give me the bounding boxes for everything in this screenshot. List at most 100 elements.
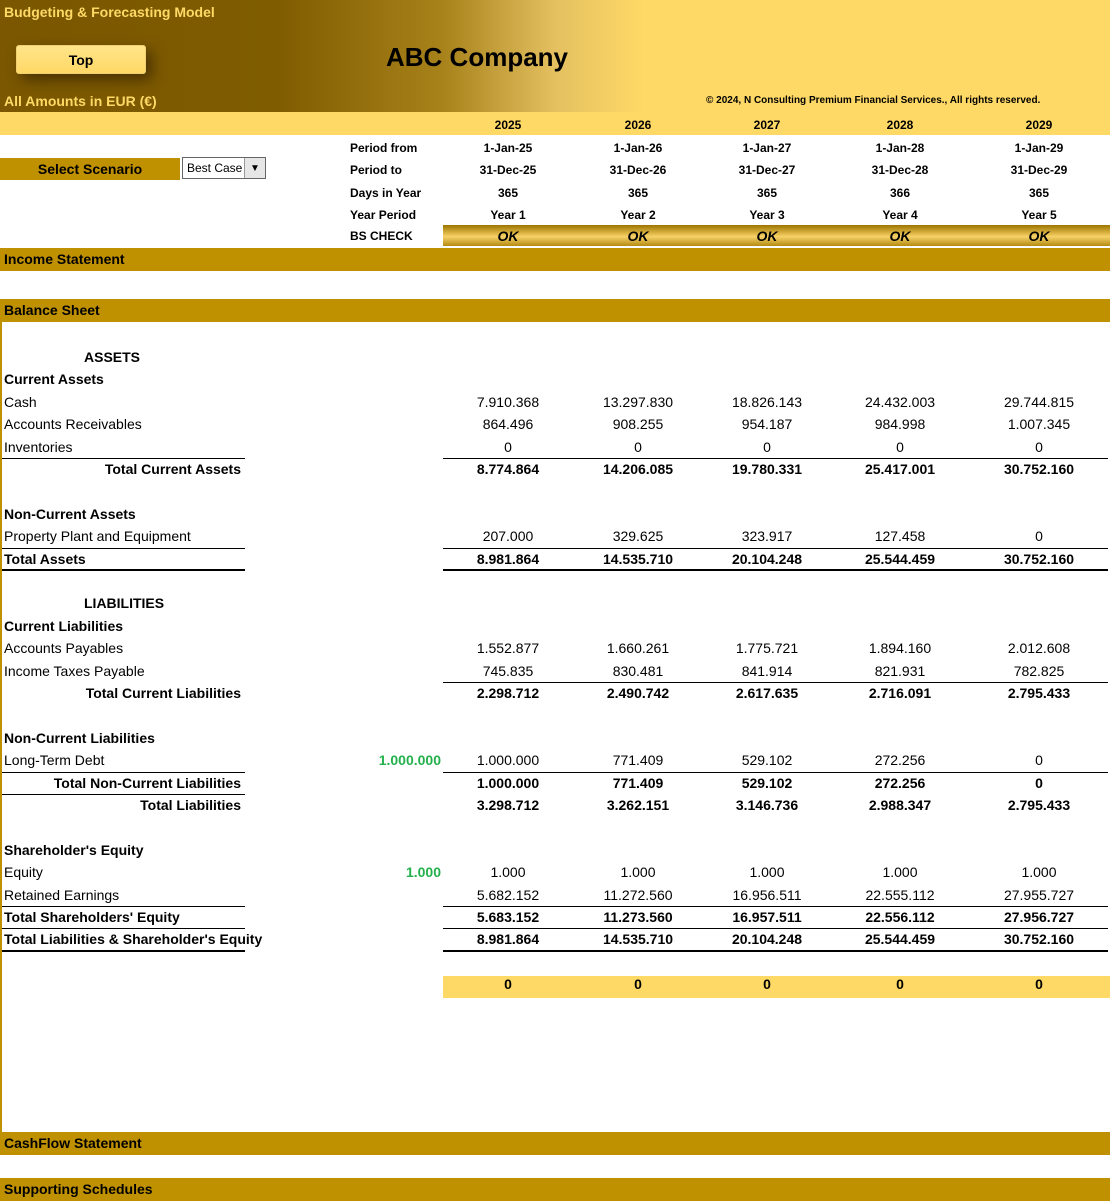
cell-value: 0 [504,976,512,993]
border-line [2,928,245,930]
cell-value: 11.272.560 [603,886,673,903]
cell-value: 14.535.710 [602,550,674,567]
table-row: Total Liabilities 3.298.712 3.262.151 3.146… [0,794,1110,816]
border-line [443,906,1108,907]
select-scenario-label: Select Scenario [0,158,180,180]
table-row: Income Taxes Payable 745.835 830.481 841.91… [0,660,1110,682]
table-row: LIABILITIES [0,592,1110,614]
cell-value: 1.775.721 [735,640,799,657]
border-line [443,569,1108,571]
param-value: 365 [627,186,649,200]
cell-value: 2.795.433 [1007,797,1071,813]
cell-value: 0 [1035,976,1043,993]
cell-value: 2.716.091 [868,685,932,701]
cell-value: 984.998 [874,416,926,433]
row-label: Total Non-Current Liabilities [53,774,241,791]
table-row: Accounts Payables 1.552.877 1.660.261 1.775… [0,637,1110,659]
cell-value: 830.481 [612,662,664,679]
scenario-dropdown[interactable]: Best Case ▼ [182,157,266,179]
cell-value: 27.955.727 [1003,886,1075,903]
row-label: LIABILITIES [84,595,165,612]
table-row: Non-Current Liabilities [0,727,1110,749]
table-row: Total Shareholders' Equity 5.683.152 11.27… [0,906,1110,928]
param-value: Year 4 [882,208,918,222]
cell-value: 19.780.331 [731,461,803,477]
table-row: Current Liabilities [0,615,1110,637]
cell-value: 14.535.710 [602,931,674,948]
cell-value: 0 [634,438,642,455]
cell-value: 2.988.347 [868,797,932,813]
section-supporting-schedules[interactable]: Supporting Schedules [0,1178,1110,1201]
initial-input-value[interactable]: 1.000 [406,861,441,883]
table-row: Total Current Assets 8.774.864 14.206.085 1… [0,458,1110,480]
cell-value: 1.000 [749,864,785,881]
cell-value: 7.910.368 [476,393,540,410]
year-header: 2027 [753,118,781,132]
cell-value: 2.617.635 [735,685,799,701]
cell-value: 3.298.712 [476,797,540,813]
cell-value: 8.981.864 [476,931,540,948]
cell-value: 529.102 [741,774,793,791]
cell-value: 1.007.345 [1007,416,1071,433]
cell-value: 16.957.511 [732,909,802,925]
cell-value: 0 [896,976,904,993]
initial-input-value[interactable]: 1.000.000 [379,749,441,771]
border-line [443,949,1108,952]
chevron-down-icon[interactable]: ▼ [244,158,265,178]
cell-value: 2.298.712 [476,685,540,701]
table-row: Total Current Liabilities 2.298.712 2.490.… [0,682,1110,704]
row-label: Inventories [4,438,73,455]
table-row: Total Non-Current Liabilities 1.000.000 77… [0,772,1110,794]
cell-value: 1.000 [490,864,526,881]
cell-value: 3.146.736 [735,797,799,813]
border-line [2,794,245,795]
border-line [443,928,1108,930]
top-button[interactable]: Top [16,45,146,74]
cell-value: 25.544.459 [864,931,936,948]
param-value: Year 5 [1021,208,1057,222]
cell-value: 11.273.560 [603,909,673,925]
section-income-statement[interactable]: Income Statement [0,248,1110,271]
cell-value: 529.102 [741,752,793,769]
cell-value: 25.417.001 [864,461,936,477]
cell-value: 272.256 [874,752,926,769]
border-line [2,547,245,549]
cell-value: 2.012.608 [1007,640,1071,657]
row-label: Shareholder's Equity [4,841,144,858]
cell-value: 782.825 [1013,662,1065,679]
cell-value: 745.835 [482,662,534,679]
cell-value: 207.000 [482,528,534,545]
cell-value: 1.000 [882,864,918,881]
cell-value: 13.297.830 [602,393,674,410]
table-row: Inventories 0 0 0 0 0 [0,436,1110,458]
border-line [443,547,1108,549]
cell-value: 771.409 [612,752,664,769]
year-header: 2025 [494,118,522,132]
cell-value: 329.625 [612,528,664,545]
param-value: 1-Jan-28 [875,141,925,155]
section-balance-sheet[interactable]: Balance Sheet [0,299,1110,322]
table-row: Equity 1.000 1.000 1.000 1.000 1.000 1.000 [0,861,1110,883]
cell-value: 821.931 [874,662,926,679]
currency-note: All Amounts in EUR (€) [4,93,157,109]
cell-value: 20.104.248 [731,550,803,567]
param-value: Year 2 [620,208,656,222]
cell-value: 954.187 [741,416,793,433]
cell-value: 8.774.864 [476,461,540,477]
scenario-value: Best Case [187,161,243,175]
cell-value: 1.552.877 [476,640,540,657]
cell-value: 30.752.160 [1003,931,1075,948]
bs-check-status: OK [497,228,519,244]
cell-value: 0 [1035,774,1043,791]
cell-value: 16.956.511 [732,886,802,903]
table-row: 0 0 0 0 0 [0,973,1110,995]
company-name: ABC Company [386,42,569,72]
param-value: Year 3 [749,208,785,222]
app-title: Budgeting & Forecasting Model [4,4,215,20]
cell-value: 1.000 [1021,864,1057,881]
cell-value: 14.206.085 [602,461,674,477]
table-row: Total Liabilities & Shareholder's Equity… [0,928,1110,950]
section-cashflow-statement[interactable]: CashFlow Statement [0,1132,1110,1155]
cell-value: 30.752.160 [1003,461,1075,477]
row-label: Long-Term Debt [4,752,105,769]
